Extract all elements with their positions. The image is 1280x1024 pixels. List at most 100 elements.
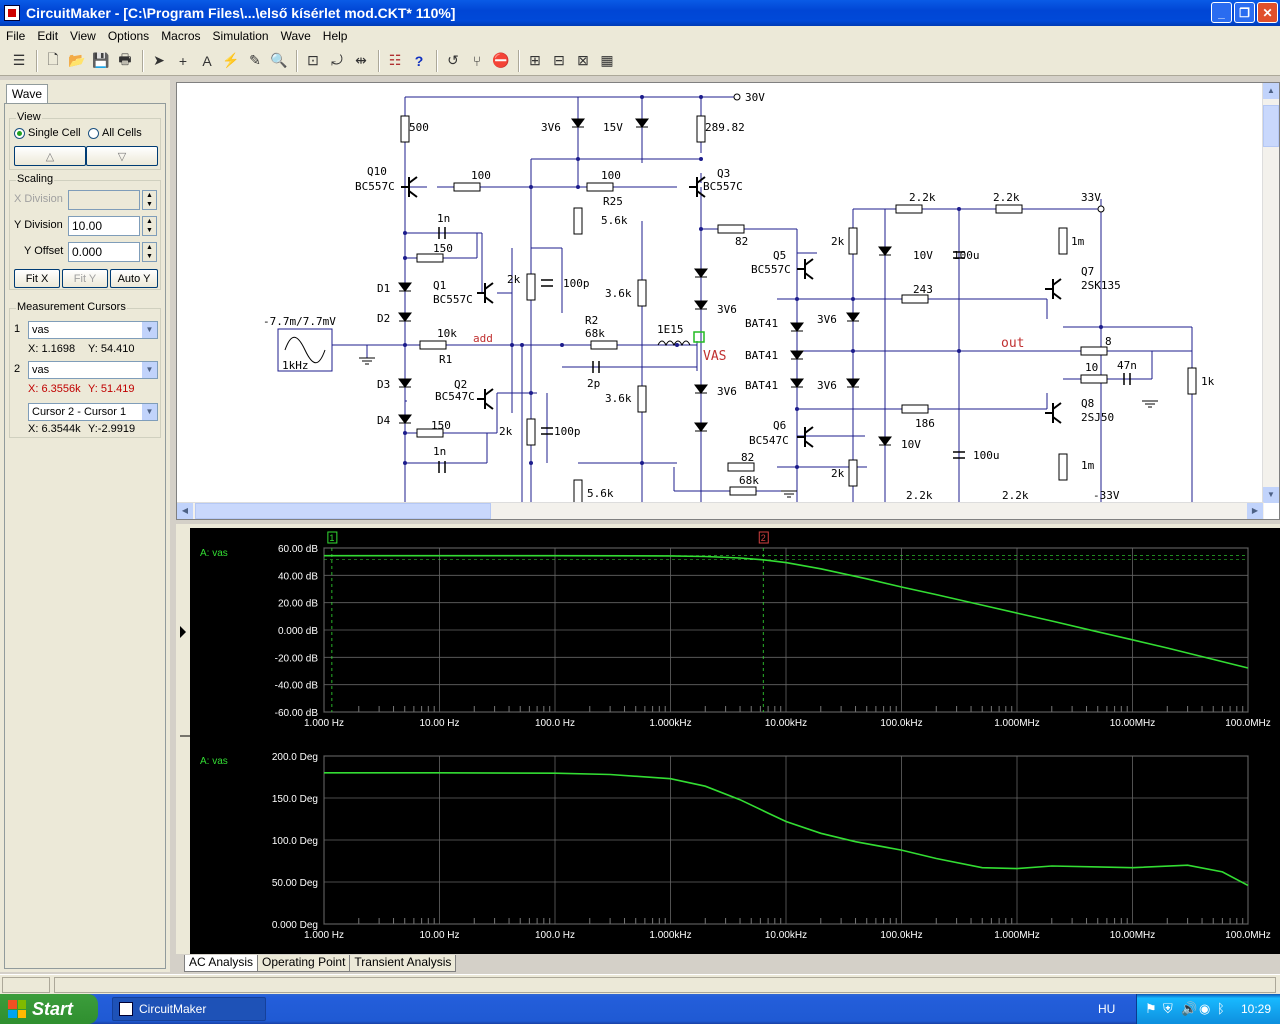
plot-title: A: vas xyxy=(200,756,228,767)
menu-options[interactable]: Options xyxy=(102,29,155,43)
schematic-label: R25 xyxy=(603,195,623,208)
start-button[interactable]: Start xyxy=(0,994,98,1024)
junction-dot xyxy=(699,157,703,161)
schematic-label: BC547C xyxy=(435,390,475,403)
menu-macros[interactable]: Macros xyxy=(155,29,206,43)
junction-dot xyxy=(851,349,855,353)
tab-wave[interactable]: Wave xyxy=(6,84,48,104)
stop-simulation-icon[interactable]: ⛔ xyxy=(490,50,512,72)
schematic-label: 8 xyxy=(1105,335,1112,348)
schematic-label: 10 xyxy=(1085,361,1098,374)
auto-y-button[interactable]: Auto Y xyxy=(110,269,158,288)
cursor1-signal-select[interactable]: vas ▼ xyxy=(28,321,158,339)
maximize-button[interactable]: ❐ xyxy=(1234,2,1255,23)
y-division-input[interactable]: 10.00 xyxy=(68,216,140,236)
text-tool-icon[interactable]: A xyxy=(196,50,218,72)
schematic-drawing[interactable]: 30V3V6 15V500 289.82Q10BC557C100 100 Q3BC557… xyxy=(177,83,1263,503)
wire-tool-icon[interactable]: + xyxy=(172,50,194,72)
probe-tool-icon[interactable]: ⚡ xyxy=(220,50,242,72)
print-icon[interactable]: 🖶 xyxy=(114,50,136,72)
schematic-label: 2k xyxy=(499,425,513,438)
diode xyxy=(571,118,585,128)
junction-dot xyxy=(640,461,644,465)
network-icon[interactable]: ⚑ xyxy=(1145,1001,1157,1017)
zoom-fit-icon[interactable]: ⊡ xyxy=(302,50,324,72)
open-file-icon[interactable]: 📂 xyxy=(66,50,88,72)
component-panel-icon[interactable]: ☰ xyxy=(8,50,30,72)
y-offset-spinner[interactable]: ▲ ▼ xyxy=(142,242,157,262)
reset-icon[interactable]: ↺ xyxy=(442,50,464,72)
ac-analysis-icon[interactable]: ⊞ xyxy=(524,50,546,72)
schematic-vertical-scrollbar[interactable]: ▲ ▼ xyxy=(1262,83,1279,503)
menu-file[interactable]: File xyxy=(0,29,31,43)
analysis-setup-icon[interactable]: ▦ xyxy=(596,50,618,72)
junction-dot xyxy=(795,407,799,411)
tab-operating-point[interactable]: Operating Point xyxy=(257,955,351,972)
junction-dot xyxy=(957,349,961,353)
y-tick-label: -20.00 dB xyxy=(275,653,319,664)
delete-tool-icon[interactable]: ✎ xyxy=(244,50,266,72)
mirror-icon[interactable]: ⇹ xyxy=(350,50,372,72)
y-offset-input[interactable]: 0.000 xyxy=(68,242,140,262)
menu-wave[interactable]: Wave xyxy=(275,29,317,43)
fit-x-button[interactable]: Fit X xyxy=(14,269,60,288)
schematic-label: BC557C xyxy=(751,263,791,276)
dc-analysis-icon[interactable]: ⊟ xyxy=(548,50,570,72)
help-icon[interactable]: ? xyxy=(408,50,430,72)
minimize-button[interactable]: _ xyxy=(1211,2,1232,23)
y-division-spinner[interactable]: ▲ ▼ xyxy=(142,216,157,236)
schematic-label: 1E15 xyxy=(657,323,684,336)
save-icon[interactable]: 💾 xyxy=(90,50,112,72)
resistor xyxy=(1080,346,1108,356)
language-indicator[interactable]: HU xyxy=(1098,1002,1115,1016)
single-cell-radio[interactable]: Single Cell xyxy=(14,127,81,139)
rotate-icon[interactable]: ⤾ xyxy=(326,50,348,72)
netlist-icon[interactable]: ☷ xyxy=(384,50,406,72)
waveform-window[interactable]: 1.000 Hz 10.00 Hz 100.0 Hz 1.000kHz 10.00kHz… xyxy=(176,524,1280,954)
all-cells-radio[interactable]: All Cells xyxy=(88,127,142,139)
tab-ac-analysis[interactable]: AC Analysis xyxy=(184,955,259,972)
move-up-button[interactable]: △ xyxy=(14,146,86,166)
tab-transient-analysis[interactable]: Transient Analysis xyxy=(349,955,457,972)
tray-app-icon[interactable]: ◉ xyxy=(1199,1001,1210,1017)
fit-y-button[interactable]: Fit Y xyxy=(62,269,108,288)
close-button[interactable]: ✕ xyxy=(1257,2,1278,23)
cursor-diff-select[interactable]: Cursor 2 - Cursor 1 ▼ xyxy=(28,403,158,421)
schematic-label: 2SK135 xyxy=(1081,279,1121,292)
transistor xyxy=(477,282,494,304)
schematic-label: 68k xyxy=(585,327,605,340)
menu-simulation[interactable]: Simulation xyxy=(207,29,275,43)
resistor xyxy=(573,207,583,235)
move-down-button[interactable]: ▽ xyxy=(86,146,158,166)
volume-icon[interactable]: 🔊 xyxy=(1181,1001,1197,1017)
diode xyxy=(790,350,804,360)
resistor xyxy=(901,404,929,414)
schematic-label: add xyxy=(473,332,493,345)
schematic-label: 15V xyxy=(603,121,623,134)
transient-analysis-icon[interactable]: ⊠ xyxy=(572,50,594,72)
resistor xyxy=(573,479,583,503)
menu-edit[interactable]: Edit xyxy=(31,29,64,43)
bluetooth-icon[interactable]: ᛒ xyxy=(1217,1001,1225,1016)
zoom-tool-icon[interactable]: 🔍 xyxy=(268,50,290,72)
schematic-label: 10V xyxy=(913,249,933,262)
schematic-label: 82 xyxy=(741,451,754,464)
app-icon xyxy=(4,5,20,21)
x-division-spinner[interactable]: ▲ ▼ xyxy=(142,190,157,210)
schematic-label: 2p xyxy=(587,377,600,390)
schematic-label: Q8 xyxy=(1081,397,1094,410)
step-icon[interactable]: ⑂ xyxy=(466,50,488,72)
schematic-horizontal-scrollbar[interactable]: ◀ ▶ xyxy=(177,502,1264,519)
taskbar-item-circuitmaker[interactable]: CircuitMaker xyxy=(112,997,266,1021)
schematic-canvas[interactable]: 30V 3V6 15V 500 289.82 Q10 BC557C 100 100 Q3 BC557… xyxy=(176,82,1280,520)
schematic-label: 3V6 xyxy=(717,303,737,316)
menu-help[interactable]: Help xyxy=(317,29,354,43)
security-shield-icon[interactable]: ⛨ xyxy=(1163,1001,1173,1017)
cursor2-signal-select[interactable]: vas ▼ xyxy=(28,361,158,379)
diode xyxy=(398,312,412,322)
schematic-label: VAS xyxy=(703,349,726,364)
new-file-icon[interactable]: 🗋 xyxy=(42,50,64,72)
arrow-tool-icon[interactable]: ➤ xyxy=(148,50,170,72)
menu-view[interactable]: View xyxy=(64,29,102,43)
x-division-input[interactable] xyxy=(68,190,140,210)
